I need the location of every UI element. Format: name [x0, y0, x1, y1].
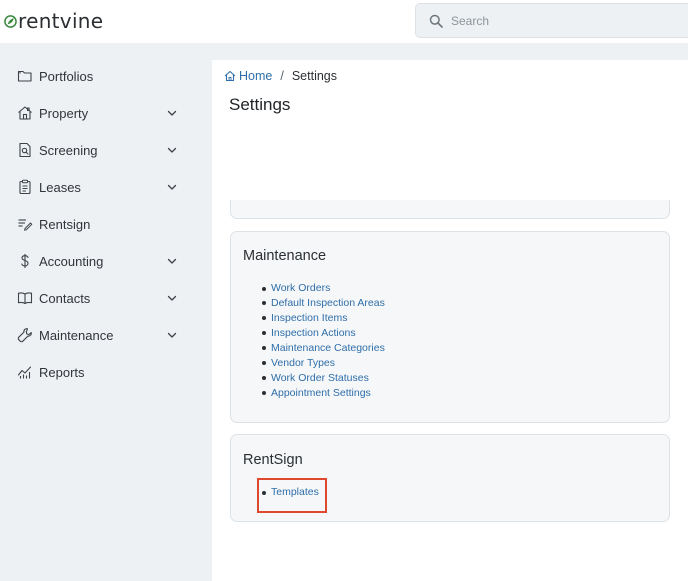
sidebar-item-contacts[interactable]: Contacts	[0, 283, 212, 313]
sidebar-item-property[interactable]: Property	[0, 98, 212, 128]
clipboard-icon	[19, 179, 31, 195]
leaf-icon	[4, 14, 17, 28]
list-item: Vendor Types	[243, 355, 385, 370]
chevron-down-icon[interactable]	[166, 329, 178, 341]
chevron-down-icon[interactable]	[166, 292, 178, 304]
page-title: Settings	[229, 95, 291, 114]
work-order-statuses-link[interactable]: Work Order Statuses	[271, 372, 369, 384]
list-item: Work Orders	[243, 281, 385, 296]
appointment-settings-link[interactable]: Appointment Settings	[271, 387, 371, 399]
breadcrumb-current: Settings	[291, 69, 337, 83]
maintenance-settings-card: Maintenance Work Orders Default Inspecti…	[230, 231, 670, 423]
chevron-down-icon[interactable]	[166, 255, 178, 267]
sidebar-item-leases[interactable]: Leases	[0, 172, 212, 202]
sidebar-item-label: Rentsign	[39, 216, 91, 232]
list-item: Default Inspection Areas	[243, 296, 385, 311]
sidebar: Portfolios Property Screening Leases Ren…	[0, 43, 212, 581]
chevron-down-icon[interactable]	[166, 181, 178, 193]
search-icon	[429, 14, 443, 28]
list-item: Inspection Items	[243, 311, 385, 326]
chevron-down-icon[interactable]	[166, 107, 178, 119]
property-icon	[18, 106, 32, 120]
brand-name: rentvine	[18, 9, 104, 33]
list-item: Work Order Statuses	[243, 370, 385, 385]
list-item: Maintenance Categories	[243, 341, 385, 356]
chart-icon	[17, 366, 32, 379]
maintenance-link-list: Work Orders Default Inspection Areas Ins…	[243, 281, 385, 400]
maintenance-categories-link[interactable]: Maintenance Categories	[271, 342, 385, 354]
default-inspection-areas-link[interactable]: Default Inspection Areas	[271, 297, 385, 309]
sidebar-item-rentsign[interactable]: Rentsign	[0, 209, 212, 239]
sidebar-item-label: Maintenance	[39, 327, 114, 343]
main-content: Home / Settings Settings Maintenance Wor…	[212, 60, 688, 581]
dollar-icon	[21, 254, 29, 268]
screening-icon	[19, 142, 31, 158]
sidebar-item-label: Accounting	[39, 253, 104, 269]
wrench-icon	[17, 328, 32, 343]
sidebar-item-reports[interactable]: Reports	[0, 357, 212, 387]
rentvine-logo[interactable]: rentvine	[4, 9, 103, 33]
sidebar-item-label: Property	[39, 105, 89, 121]
sidebar-item-label: Screening	[39, 142, 98, 158]
inspection-items-link[interactable]: Inspection Items	[271, 312, 347, 324]
breadcrumb-separator: /	[280, 69, 284, 83]
top-bar: rentvine	[0, 0, 688, 43]
sidebar-item-portfolios[interactable]: Portfolios	[0, 61, 212, 91]
sidebar-item-label: Portfolios	[39, 68, 94, 84]
vendor-types-link[interactable]: Vendor Types	[271, 357, 335, 369]
sidebar-item-label: Contacts	[39, 290, 91, 306]
maintenance-section-title: Maintenance	[243, 248, 327, 264]
sidebar-item-maintenance[interactable]: Maintenance	[0, 320, 212, 350]
sidebar-item-screening[interactable]: Screening	[0, 135, 212, 165]
previous-settings-card	[230, 200, 670, 219]
list-item: Inspection Actions	[243, 326, 385, 341]
breadcrumb: Home / Settings	[224, 69, 337, 83]
search-input[interactable]	[451, 13, 651, 28]
rentsign-section-title: RentSign	[243, 452, 303, 468]
breadcrumb-home-link[interactable]: Home	[239, 69, 272, 83]
home-icon[interactable]	[224, 70, 236, 82]
list-item: Appointment Settings	[243, 385, 385, 400]
signature-icon	[18, 219, 33, 231]
work-orders-link[interactable]: Work Orders	[271, 282, 330, 294]
sidebar-item-accounting[interactable]: Accounting	[0, 246, 212, 276]
sidebar-item-label: Leases	[39, 179, 81, 195]
inspection-actions-link[interactable]: Inspection Actions	[271, 327, 356, 339]
folder-icon	[17, 70, 32, 82]
chevron-down-icon[interactable]	[166, 144, 178, 156]
book-icon	[17, 292, 33, 305]
templates-highlight-box	[257, 478, 327, 513]
sidebar-item-label: Reports	[39, 364, 85, 380]
search-box[interactable]	[415, 3, 688, 38]
